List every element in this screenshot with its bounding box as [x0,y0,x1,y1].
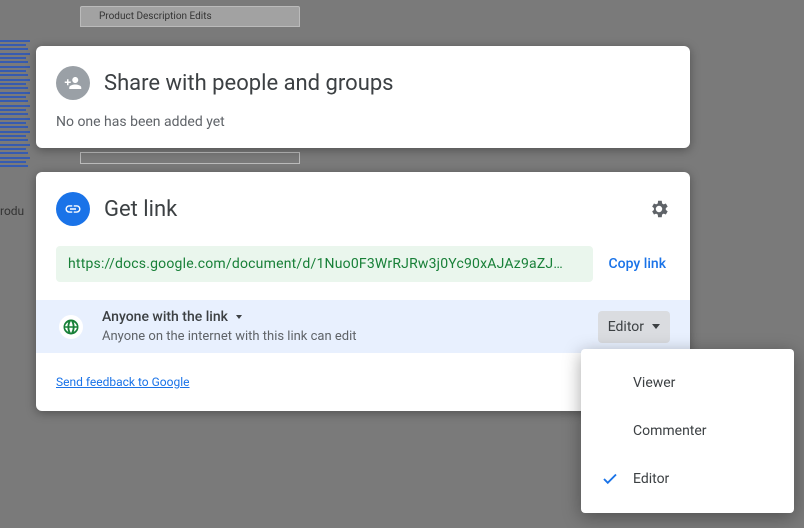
role-option-label: Editor [633,471,669,487]
share-people-subtitle: No one has been added yet [56,114,670,130]
role-option-commenter[interactable]: Commenter [581,407,794,455]
bg-sidebar-fragments [0,40,38,170]
bg-document-tab: Product Description Edits [80,6,300,27]
get-link-title: Get link [104,197,177,222]
link-icon [56,192,90,226]
share-people-header: Share with people and groups [56,66,670,100]
bg-side-label: rodu [0,204,24,218]
role-option-label: Viewer [633,375,675,391]
share-people-title: Share with people and groups [104,71,394,96]
link-scope-dropdown[interactable]: Anyone with the link [102,309,582,325]
link-scope-label: Anyone with the link [102,309,228,325]
share-url-box[interactable]: https://docs.google.com/document/d/1Nuo0… [56,246,593,282]
role-dropdown-button[interactable]: Editor [598,311,670,343]
role-option-viewer[interactable]: Viewer [581,359,794,407]
globe-icon [56,312,86,342]
chevron-down-icon [236,315,242,319]
role-label: Editor [608,319,644,335]
copy-link-button[interactable]: Copy link [609,256,670,272]
send-feedback-link[interactable]: Send feedback to Google [56,375,670,389]
role-option-label: Commenter [633,423,707,439]
get-link-header: Get link [56,192,177,226]
bg-cell [80,152,300,164]
access-row: Anyone with the link Anyone on the inter… [36,300,690,353]
link-scope-description: Anyone on the internet with this link ca… [102,329,582,344]
role-option-editor[interactable]: Editor [581,455,794,503]
check-icon [601,470,619,488]
share-people-card: Share with people and groups No one has … [36,46,690,148]
gear-icon[interactable] [648,198,670,220]
chevron-down-icon [652,324,660,329]
role-dropdown-menu: Viewer Commenter Editor [581,349,794,513]
person-add-icon [56,66,90,100]
